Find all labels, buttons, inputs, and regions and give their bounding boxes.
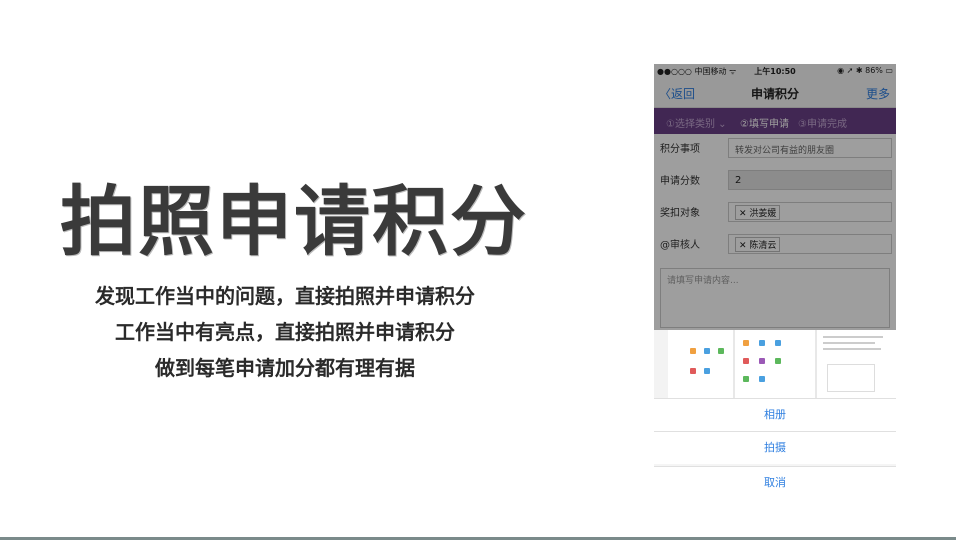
target-field[interactable]: ✕ 洪姜媛 [728,202,892,222]
more-button[interactable]: 更多 [866,85,890,102]
description-line: 做到每笔申请加分都有理有据 [155,356,415,380]
action-sheet: 相册 拍摄 取消 [654,330,896,496]
application-form: 积分事项 转发对公司有益的朋友圈 申请分数 2 奖扣对象 ✕ 洪姜媛 @审核人 … [654,134,896,328]
description-line: 发现工作当中的问题，直接拍照并申请积分 [95,284,475,308]
page-title: 申请积分 [750,87,799,101]
step-indicator: ①选择类别 ⌄ ②填写申请 ③申请完成 [654,108,896,134]
step-complete: ③申请完成 [798,119,847,130]
phone-screenshot: ●●○○○ 中国移动 ᯤ 上午10:50 ◉ ➚ ✱ 86% ▭ 〈返回 申请积… [654,64,896,496]
slide-title: 拍照申请积分 [60,177,528,266]
photo-thumbnail[interactable] [654,330,734,398]
reviewer-tag[interactable]: ✕ 陈清云 [735,237,781,252]
reviewer-field[interactable]: ✕ 陈清云 [728,234,892,254]
reviewer-label: @审核人 [660,240,700,251]
cancel-button[interactable]: 取消 [654,466,896,496]
form-row-item: 积分事项 转发对公司有益的朋友圈 [660,134,892,166]
item-field[interactable]: 转发对公司有益的朋友圈 [728,138,892,158]
battery-status: ◉ ➚ ✱ 86% ▭ [837,66,893,75]
target-tag[interactable]: ✕ 洪姜媛 [735,205,781,220]
content-textarea[interactable]: 请填写申请内容... [660,268,890,328]
slide-description: 发现工作当中的问题，直接拍照并申请积分 工作当中有亮点，直接拍照并申请积分 做到… [60,278,510,386]
form-row-reviewer: @审核人 ✕ 陈清云 [660,230,892,262]
target-label: 奖扣对象 [660,208,700,219]
reviewer-name: 陈清云 [749,241,777,251]
photo-thumbnail[interactable] [735,330,815,398]
photo-strip[interactable] [654,330,896,398]
form-row-target: 奖扣对象 ✕ 洪姜媛 [660,198,892,230]
target-name: 洪姜媛 [749,209,777,219]
step-select-category[interactable]: ①选择类别 ⌄ [666,115,727,130]
status-bar: ●●○○○ 中国移动 ᯤ 上午10:50 ◉ ➚ ✱ 86% ▭ [654,64,896,79]
item-label: 积分事项 [660,144,700,155]
photo-thumbnail[interactable] [816,330,896,398]
close-icon[interactable]: ✕ [739,209,747,219]
score-label: 申请分数 [660,176,700,187]
camera-button[interactable]: 拍摄 [654,431,896,464]
step-fill-application: ②填写申请 [740,119,789,130]
score-field[interactable]: 2 [728,170,892,190]
description-line: 工作当中有亮点，直接拍照并申请积分 [115,320,455,344]
close-icon[interactable]: ✕ [739,241,747,251]
nav-bar: 〈返回 申请积分 更多 [654,79,896,108]
album-button[interactable]: 相册 [654,398,896,431]
form-row-score: 申请分数 2 [660,166,892,198]
